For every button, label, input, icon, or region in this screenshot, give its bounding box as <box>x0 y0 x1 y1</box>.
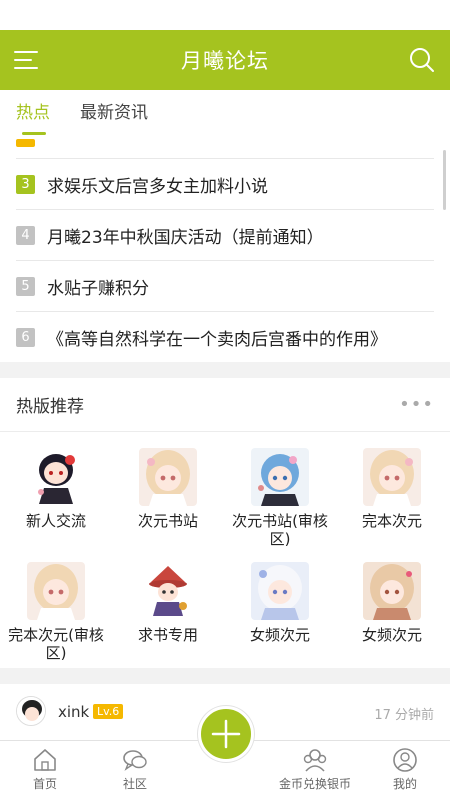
profile-icon <box>393 748 417 772</box>
board-name: 女频次元 <box>249 626 310 644</box>
chibi-girl-icon <box>27 448 85 506</box>
search-icon[interactable] <box>408 46 436 74</box>
witch-girl-icon <box>139 562 197 620</box>
board-item[interactable]: 新人交流 <box>0 448 112 530</box>
avatar[interactable] <box>16 696 46 726</box>
list-item-title: 求娱乐文后宫多女主加料小说 <box>47 176 268 197</box>
board-name: 次元书站 <box>137 512 198 530</box>
nav-exchange[interactable]: 金币兑换银币 <box>270 747 360 792</box>
board-name: 完本次元 <box>361 512 422 530</box>
rank-badge: 5 <box>16 276 35 296</box>
exchange-icon <box>303 749 327 772</box>
list-item[interactable]: 6 《高等自然科学在一个卖肉后宫番中的作用》 <box>16 312 434 362</box>
app-header: 月曦论坛 <box>0 30 450 90</box>
nav-profile[interactable]: 我的 <box>360 747 450 792</box>
post-time: 17 分钟前 <box>374 708 434 723</box>
nav-label: 金币兑换银币 <box>278 777 351 791</box>
scrollbar[interactable] <box>443 150 446 210</box>
home-icon <box>34 749 56 771</box>
menu-icon[interactable] <box>14 48 40 72</box>
board-name: 求书专用 <box>137 626 198 644</box>
app-title: 月曦论坛 <box>181 49 269 73</box>
anime-girl-icon <box>363 448 421 506</box>
rank-badge <box>16 139 35 147</box>
plus-icon <box>211 719 241 749</box>
anime-girl-icon <box>363 562 421 620</box>
list-item-title: 月曦23年中秋国庆活动（提前通知） <box>47 227 324 248</box>
board-item[interactable]: 完本次元 <box>336 448 448 530</box>
nav-home[interactable]: 首页 <box>0 747 90 792</box>
tab-latest-news[interactable]: 最新资讯 <box>80 90 148 136</box>
tab-hot[interactable]: 热点 <box>16 90 50 136</box>
white-hair-girl-icon <box>251 562 309 620</box>
blue-hair-girl-icon <box>251 448 309 506</box>
nav-label: 我的 <box>392 777 417 791</box>
hot-list[interactable]: 3 求娱乐文后宫多女主加料小说 4 月曦23年中秋国庆活动（提前通知） 5 水贴… <box>0 136 450 362</box>
nav-label: 社区 <box>122 777 147 791</box>
section-title: 热版推荐 <box>16 397 84 417</box>
board-item[interactable]: 女频次元 <box>336 562 448 644</box>
board-item[interactable]: 完本次元(审核区) <box>0 562 112 662</box>
nav-community[interactable]: 社区 <box>90 747 180 792</box>
hot-boards-section: 热版推荐 ••• 新人交流 次元书站 次元书站(审核区) 完本次元 完本次元(审… <box>0 378 450 668</box>
board-item[interactable]: 次元书站(审核区) <box>224 448 336 548</box>
nav-label: 首页 <box>32 777 57 791</box>
board-name: 女频次元 <box>361 626 422 644</box>
status-bar <box>0 0 450 30</box>
more-icon[interactable]: ••• <box>399 394 434 415</box>
list-item[interactable]: 3 求娱乐文后宫多女主加料小说 <box>16 159 434 210</box>
tab-active-indicator <box>22 132 46 135</box>
board-item[interactable]: 女频次元 <box>224 562 336 644</box>
list-item[interactable] <box>16 136 434 159</box>
section-header: 热版推荐 ••• <box>0 378 450 432</box>
list-item-title: 水贴子赚积分 <box>47 278 149 299</box>
chat-icon <box>123 750 147 771</box>
board-name: 完本次元(审核区) <box>8 626 104 662</box>
rank-badge: 6 <box>16 327 35 347</box>
anime-girl-icon <box>139 448 197 506</box>
add-post-button[interactable] <box>198 706 254 762</box>
list-item-title: 《高等自然科学在一个卖肉后宫番中的作用》 <box>47 329 387 350</box>
rank-badge: 3 <box>16 174 35 194</box>
user-name[interactable]: xink <box>58 703 89 721</box>
list-item[interactable]: 5 水贴子赚积分 <box>16 261 434 312</box>
board-item[interactable]: 次元书站 <box>112 448 224 530</box>
rank-badge: 4 <box>16 225 35 245</box>
level-badge: Lv.6 <box>93 704 124 719</box>
board-name: 新人交流 <box>25 512 86 530</box>
board-item[interactable]: 求书专用 <box>112 562 224 644</box>
anime-girl-icon <box>27 562 85 620</box>
board-name: 次元书站(审核区) <box>232 512 328 548</box>
tab-bar: 热点 最新资讯 <box>0 90 450 136</box>
list-item[interactable]: 4 月曦23年中秋国庆活动（提前通知） <box>16 210 434 261</box>
